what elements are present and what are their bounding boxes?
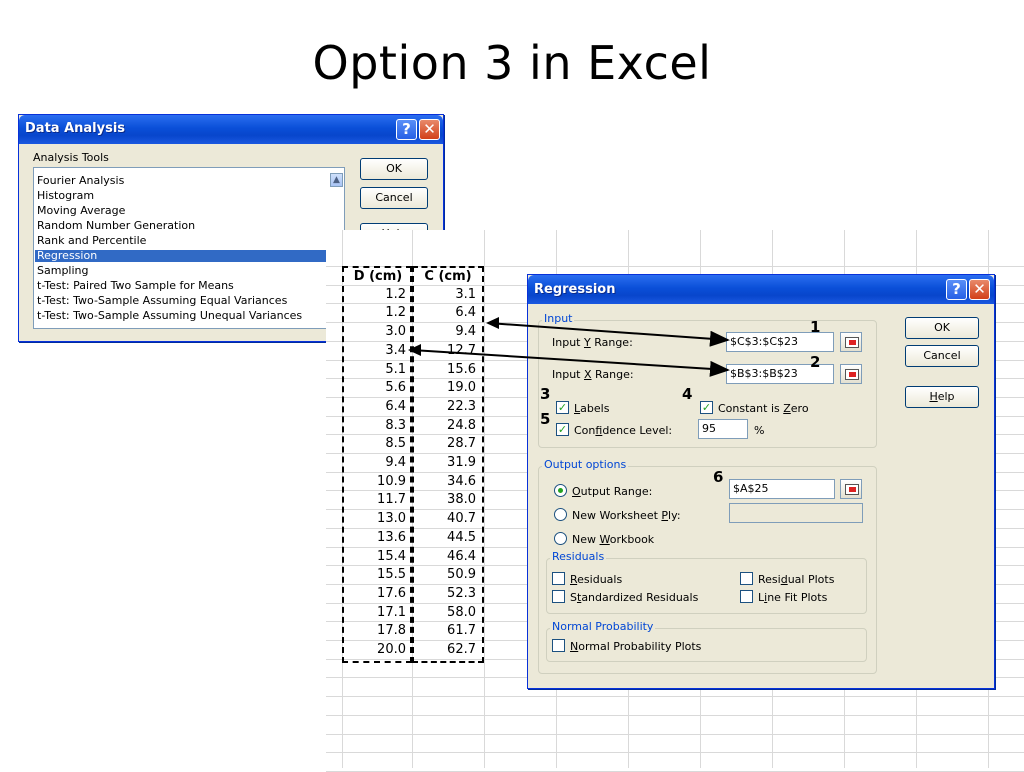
data-analysis-titlebar[interactable]: Data Analysis ? ✕ <box>19 115 443 144</box>
collapse-dialog-icon[interactable] <box>840 364 862 384</box>
residuals-label: Residuals <box>570 573 623 586</box>
normal-plots-checkbox[interactable] <box>552 639 565 652</box>
analysis-tool-item[interactable]: Regression <box>35 250 342 262</box>
regression-dialog: Regression ? ✕ Input Input Y Range: $C$3… <box>527 274 995 689</box>
constant-zero-checkbox[interactable]: ✓ <box>700 401 713 414</box>
new-ply-label: New Worksheet Ply: <box>572 509 681 522</box>
output-range-field[interactable]: $A$25 <box>729 479 835 499</box>
output-range-radio[interactable] <box>554 484 567 497</box>
data-analysis-title: Data Analysis <box>25 121 126 136</box>
analysis-tool-item[interactable]: Fourier Analysis <box>37 175 124 187</box>
analysis-tool-item[interactable]: Sampling <box>37 265 89 277</box>
annotation-2: 2 <box>810 353 821 371</box>
output-frame-title: Output options <box>542 458 629 471</box>
residuals-frame <box>546 558 867 614</box>
slide-title: Option 3 in Excel <box>312 36 712 90</box>
labels-label: Labels <box>574 402 610 415</box>
close-button[interactable]: ✕ <box>419 119 440 140</box>
line-fit-plots-checkbox[interactable] <box>740 590 753 603</box>
residuals-checkbox[interactable] <box>552 572 565 585</box>
std-residuals-label: Standardized Residuals <box>570 591 699 604</box>
labels-checkbox[interactable]: ✓ <box>556 401 569 414</box>
normal-plots-label: Normal Probability Plots <box>570 640 702 653</box>
analysis-tool-item[interactable]: Moving Average <box>37 205 125 217</box>
collapse-dialog-icon[interactable] <box>840 479 862 499</box>
annotation-4: 4 <box>682 385 693 403</box>
grid-line <box>326 752 1024 754</box>
line-fit-plots-label: Line Fit Plots <box>758 591 828 604</box>
selection-marquee <box>342 266 412 663</box>
input-x-label: Input X Range: <box>552 368 634 381</box>
analysis-tool-item[interactable]: Rank and Percentile <box>37 235 146 247</box>
grid-line <box>326 733 1024 735</box>
annotation-3: 3 <box>540 385 551 403</box>
analysis-tools-label: Analysis Tools <box>33 151 109 164</box>
analysis-tool-item[interactable]: Histogram <box>37 190 94 202</box>
output-range-label: Output Range: <box>572 485 653 498</box>
analysis-tool-item[interactable]: t-Test: Two-Sample Assuming Equal Varian… <box>37 295 287 307</box>
analysis-tool-item[interactable]: t-Test: Paired Two Sample for Means <box>37 280 234 292</box>
new-workbook-radio[interactable] <box>554 532 567 545</box>
new-ply-radio[interactable] <box>554 508 567 521</box>
input-y-label: Input Y Range: <box>552 336 633 349</box>
confidence-field[interactable]: 95 <box>698 419 748 439</box>
grid-line <box>484 230 485 768</box>
analysis-tool-item[interactable]: t-Test: Two-Sample Assuming Unequal Vari… <box>37 310 302 322</box>
residual-plots-checkbox[interactable] <box>740 572 753 585</box>
help-button[interactable]: Help <box>905 386 979 408</box>
percent-label: % <box>754 424 765 437</box>
residual-plots-label: Residual Plots <box>758 573 835 586</box>
scroll-up-icon[interactable]: ▲ <box>330 173 343 187</box>
normal-probability-frame-title: Normal Probability <box>550 620 656 633</box>
confidence-checkbox[interactable]: ✓ <box>556 423 569 436</box>
regression-titlebar[interactable]: Regression ? ✕ <box>528 275 994 304</box>
constant-zero-label: Constant is Zero <box>718 402 809 415</box>
help-title-button[interactable]: ? <box>396 119 417 140</box>
residuals-frame-title: Residuals <box>550 550 607 563</box>
selection-marquee <box>412 266 484 663</box>
cancel-button[interactable]: Cancel <box>905 345 979 367</box>
new-workbook-label: New Workbook <box>572 533 655 546</box>
ok-button[interactable]: OK <box>905 317 979 339</box>
help-title-button[interactable]: ? <box>946 279 967 300</box>
analysis-tool-item[interactable]: Random Number Generation <box>37 220 195 232</box>
analysis-tools-list[interactable]: Fourier Analysis Histogram Moving Average R… <box>33 167 345 329</box>
regression-title: Regression <box>534 282 616 297</box>
grid-line <box>326 696 1024 698</box>
collapse-dialog-icon[interactable] <box>840 332 862 352</box>
close-button[interactable]: ✕ <box>969 279 990 300</box>
input-frame-title: Input <box>542 312 575 325</box>
std-residuals-checkbox[interactable] <box>552 590 565 603</box>
annotation-6: 6 <box>713 468 724 486</box>
annotation-5: 5 <box>540 410 551 428</box>
annotation-1: 1 <box>810 318 821 336</box>
confidence-label: Confidence Level: <box>574 424 673 437</box>
new-ply-field[interactable] <box>729 503 863 523</box>
cancel-button[interactable]: Cancel <box>360 187 428 209</box>
ok-button[interactable]: OK <box>360 158 428 180</box>
grid-line <box>326 714 1024 716</box>
